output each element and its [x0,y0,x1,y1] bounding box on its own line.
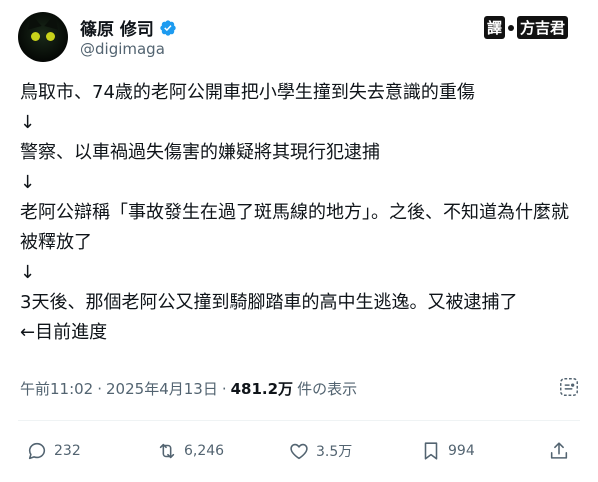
avatar-eye-right [46,32,55,41]
retweet-button[interactable]: 6,246 [156,440,224,462]
tweet-card: 篠原 修司 @digimaga 譯 方吉君 鳥取市、74歳的老阿公開車把小學生撞… [0,0,598,482]
author-display-name[interactable]: 篠原 修司 [80,15,154,40]
verified-badge-icon [160,19,176,36]
watermark-dot [507,24,514,31]
tweet-date[interactable]: 2025年4月13日 [106,378,218,399]
share-button[interactable] [548,440,570,462]
watermark-part2: 方吉君 [516,16,568,39]
author-name-row: 篠原 修司 [80,15,177,40]
avatar[interactable] [18,12,68,62]
avatar-ear-left [24,12,42,30]
tweet-arrow-2: ↓ [20,172,36,193]
tweet-arrow-3: ↓ [20,262,36,283]
share-icon [550,442,568,459]
retweet-count: 6,246 [184,443,225,459]
meta-separator: · [97,379,103,398]
bookmark-icon [424,442,438,460]
tweet-arrow-1: ↓ [20,112,36,133]
divider [18,420,580,421]
tweet-line-4: 3天後、那個老阿公又撞到騎腳踏車的高中生逃逸。又被逮捕了 [20,292,518,313]
bookmark-button[interactable]: 994 [420,440,475,462]
tweet-meta: 午前11:02 · 2025年4月13日 · 481.2万 件の表示 [20,378,357,399]
views-label: 件の表示 [297,380,358,398]
tweet-body: 鳥取市、74歳的老阿公開車把小學生撞到失去意識的重傷 ↓ 警察、以車禍過失傷害的… [20,78,585,348]
heart-icon [290,443,308,460]
bookmark-count: 994 [448,443,475,459]
like-count: 3.5万 [316,444,353,460]
tweet-line-3: 老阿公辯稱「事故發生在過了斑馬線的地方」。之後、不知道為什麼就被釋放了 [20,202,569,253]
reply-icon [28,442,46,460]
watermark-part1: 譯 [483,16,505,39]
views-count[interactable]: 481.2万 [231,378,293,399]
meta-separator: · [221,379,227,398]
tweet-time[interactable]: 午前11:02 [20,378,93,399]
tweet-line-2: 警察、以車禍過失傷害的嫌疑將其現行犯逮捕 [20,142,380,163]
avatar-eye-left [31,32,40,41]
translator-watermark: 譯 方吉君 [483,16,568,39]
tweet-line-1: 鳥取市、74歳的老阿公開車把小學生撞到失去意識的重傷 [20,82,475,103]
reply-button[interactable]: 232 [26,440,81,462]
reply-count: 232 [54,443,81,459]
grok-explain-icon[interactable] [558,376,580,398]
tweet-line-5: ←目前進度 [20,322,108,343]
retweet-icon [159,443,175,459]
avatar-ear-right [44,12,62,30]
like-button[interactable]: 3.5万 [288,440,352,462]
author-handle[interactable]: @digimaga [80,40,165,58]
